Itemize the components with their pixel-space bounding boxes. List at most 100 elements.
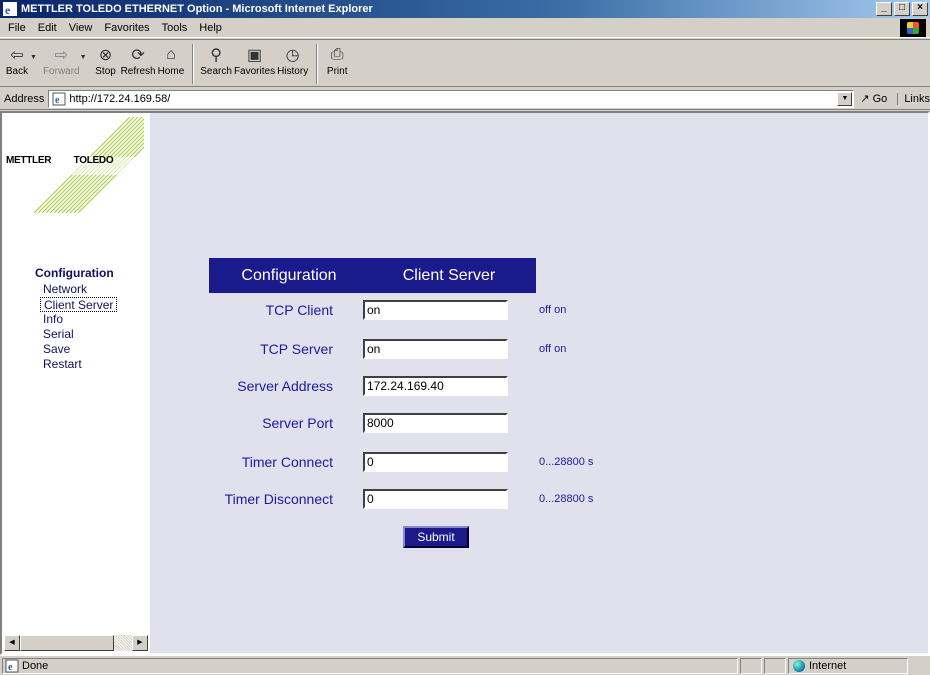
- scroll-track[interactable]: [114, 635, 132, 651]
- page-done-icon: e: [5, 659, 19, 673]
- side-navigation: Configuration Network Client Server Info…: [35, 266, 118, 372]
- nav-item-restart[interactable]: Restart: [43, 357, 117, 372]
- svg-text:e: e: [55, 95, 60, 106]
- go-label: Go: [872, 92, 888, 105]
- tcp-server-row: TCP Server on off on: [150, 338, 566, 360]
- browser-content: METTLER TOLEDO Configuration Network Cli…: [0, 111, 930, 655]
- go-button[interactable]: ↗ Go: [860, 92, 888, 106]
- windows-logo-icon: [900, 19, 926, 37]
- menu-help[interactable]: Help: [199, 22, 222, 34]
- print-button[interactable]: ⎙ Print: [324, 40, 350, 77]
- menu-edit[interactable]: Edit: [38, 22, 57, 34]
- search-label: Search: [200, 66, 232, 77]
- security-zone: Internet: [788, 657, 908, 674]
- nav-item-save[interactable]: Save: [43, 342, 117, 357]
- scroll-left-icon[interactable]: ◀: [4, 635, 20, 651]
- form-header-left: Configuration: [241, 266, 337, 284]
- forward-button[interactable]: ⇨ Forward: [43, 40, 80, 77]
- toolbar-separator: [316, 44, 319, 84]
- submit-button[interactable]: Submit: [403, 526, 469, 548]
- status-bar: e Done Internet: [0, 655, 930, 675]
- tcp-server-input[interactable]: on: [363, 339, 508, 359]
- links-button[interactable]: Links: [897, 92, 930, 105]
- logo-word-mettler: METTLER: [6, 155, 52, 166]
- status-cell: [740, 657, 762, 674]
- tcp-server-hint: off on: [539, 343, 567, 355]
- links-label: Links: [904, 92, 930, 105]
- address-dropdown-icon[interactable]: ▼: [837, 91, 853, 106]
- forward-dropdown-icon[interactable]: ▼: [80, 54, 87, 61]
- form-header: Configuration Client Server: [209, 258, 536, 293]
- timer-connect-input[interactable]: 0: [363, 452, 508, 472]
- address-bar: Address e http://172.24.169.58/ ▼ ↗ Go L…: [0, 88, 930, 110]
- maximize-button[interactable]: □: [894, 2, 910, 16]
- timer-connect-label: Timer Connect: [241, 454, 333, 470]
- history-button[interactable]: ◷ History: [277, 40, 308, 77]
- horizontal-scrollbar[interactable]: ◀ ▶: [4, 635, 148, 651]
- scroll-thumb[interactable]: [20, 635, 114, 651]
- back-dropdown-icon[interactable]: ▼: [30, 54, 37, 61]
- timer-connect-hint: 0...28800 s: [539, 456, 594, 468]
- ie-icon: e: [3, 2, 17, 16]
- menu-view[interactable]: View: [69, 22, 93, 34]
- home-label: Home: [157, 66, 185, 77]
- timer-disconnect-row: Timer Disconnect 0 0...28800 s: [150, 488, 593, 510]
- forward-label: Forward: [42, 66, 80, 77]
- svg-text:e: e: [5, 3, 11, 16]
- minimize-button[interactable]: _: [876, 2, 892, 16]
- page-icon: e: [52, 92, 66, 106]
- stop-label: Stop: [95, 66, 116, 77]
- home-icon: ⌂: [166, 46, 176, 63]
- back-label: Back: [5, 66, 29, 77]
- server-address-input[interactable]: 172.24.169.40: [363, 376, 508, 396]
- nav-title: Configuration: [35, 266, 114, 280]
- nav-item-client-server[interactable]: Client Server: [40, 297, 118, 312]
- tcp-server-label: TCP Server: [260, 341, 333, 357]
- nav-item-serial[interactable]: Serial: [43, 327, 117, 342]
- logo-text: METTLER TOLEDO: [6, 155, 136, 166]
- security-zone-label: Internet: [809, 659, 847, 672]
- server-port-input[interactable]: 8000: [363, 413, 508, 433]
- title-bar: e METTLER TOLEDO ETHERNET Option - Micro…: [0, 0, 930, 18]
- print-label: Print: [326, 66, 348, 77]
- tcp-client-row: TCP Client on off on: [150, 299, 566, 321]
- forward-arrow-icon: ⇨: [54, 47, 68, 64]
- tcp-client-hint: off on: [539, 304, 567, 316]
- menu-file[interactable]: File: [8, 22, 26, 34]
- tcp-client-input[interactable]: on: [363, 300, 508, 320]
- server-port-row: Server Port 8000: [150, 412, 508, 434]
- scroll-right-icon[interactable]: ▶: [132, 635, 148, 651]
- menu-bar: File Edit View Favorites Tools Help: [0, 18, 930, 38]
- refresh-icon: ⟳: [131, 47, 145, 64]
- close-button[interactable]: ×: [912, 2, 928, 16]
- timer-disconnect-input[interactable]: 0: [363, 489, 508, 509]
- history-icon: ◷: [285, 47, 300, 64]
- favorites-button[interactable]: ▣ Favorites: [234, 40, 275, 77]
- logo-word-toledo: TOLEDO: [73, 155, 114, 166]
- search-button[interactable]: ⚲ Search: [200, 40, 232, 77]
- favorites-label: Favorites: [233, 66, 276, 77]
- back-button[interactable]: ⇦ Back: [4, 40, 30, 77]
- server-address-row: Server Address 172.24.169.40: [150, 375, 508, 397]
- stop-button[interactable]: ⊗ Stop: [93, 40, 119, 77]
- timer-connect-row: Timer Connect 0 0...28800 s: [150, 451, 593, 473]
- nav-item-network[interactable]: Network: [43, 282, 117, 297]
- timer-disconnect-hint: 0...28800 s: [539, 493, 594, 505]
- nav-item-info[interactable]: Info: [43, 312, 117, 327]
- menu-favorites[interactable]: Favorites: [104, 22, 149, 34]
- print-icon: ⎙: [330, 46, 344, 63]
- form-header-right: Client Server: [402, 266, 496, 284]
- refresh-button[interactable]: ⟳ Refresh: [121, 40, 156, 77]
- svg-text:e: e: [8, 662, 13, 673]
- server-port-label: Server Port: [262, 415, 333, 431]
- toolbar-separator: [192, 44, 195, 84]
- favorites-icon: ▣: [246, 47, 263, 64]
- history-label: History: [277, 66, 309, 77]
- home-button[interactable]: ⌂ Home: [158, 40, 185, 77]
- menu-tools[interactable]: Tools: [162, 22, 188, 34]
- address-input[interactable]: e http://172.24.169.58/ ▼: [48, 89, 855, 108]
- timer-disconnect-label: Timer Disconnect: [224, 491, 333, 507]
- tcp-client-label: TCP Client: [265, 302, 333, 318]
- search-icon: ⚲: [210, 47, 222, 64]
- main-frame: Configuration Client Server TCP Client o…: [150, 113, 928, 653]
